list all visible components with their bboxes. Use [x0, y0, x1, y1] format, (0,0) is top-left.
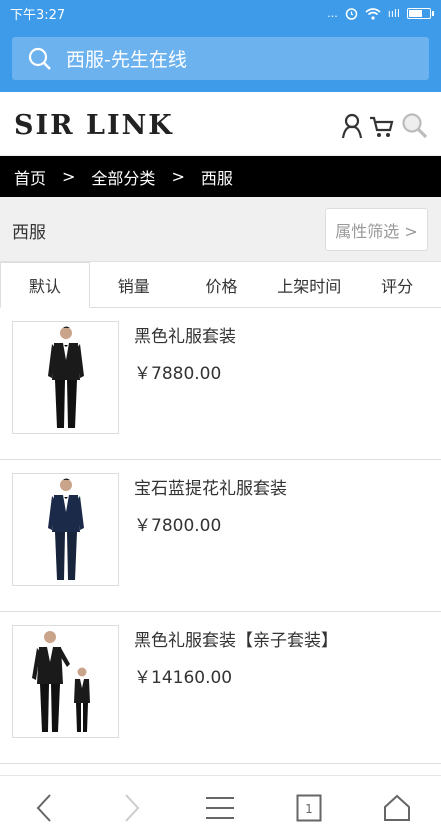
back-button[interactable] — [14, 784, 74, 832]
product-price: ￥14160.00 — [134, 668, 233, 688]
product-name[interactable]: 黑色礼服套装【亲子套装】 — [134, 626, 338, 651]
breadcrumb-all-categories[interactable]: 全部分类 — [91, 165, 155, 189]
browser-toolbar: 西服-先生在线 — [0, 27, 441, 92]
cart-icon[interactable] — [369, 113, 395, 139]
alarm-icon — [345, 8, 358, 20]
product-image[interactable] — [12, 321, 119, 434]
breadcrumb-separator: > — [171, 167, 185, 186]
tab-count: 1 — [305, 802, 313, 816]
status-icons: ... ııll — [327, 7, 434, 20]
product-item[interactable]: 宝石蓝提花礼服套装 ￥7800.00 — [0, 460, 441, 612]
search-icon — [28, 47, 51, 70]
header-icons — [341, 112, 429, 140]
black-tuxedo-image — [47, 326, 84, 428]
breadcrumb: 首页 > 全部分类 > 西服 — [0, 156, 441, 197]
sort-tabs: 默认 销量 价格 上架时间 评分 — [0, 262, 441, 308]
wifi-icon — [365, 7, 381, 20]
product-price: ￥7800.00 — [134, 516, 222, 536]
battery-icon — [407, 8, 434, 19]
sort-tab-sales[interactable]: 销量 — [90, 262, 178, 307]
breadcrumb-home[interactable]: 首页 — [14, 165, 46, 189]
sort-tab-price[interactable]: 价格 — [178, 262, 266, 307]
site-header: SIR LINK — [0, 92, 441, 156]
signal-icon: ııll — [387, 7, 400, 20]
search-icon[interactable] — [401, 112, 429, 140]
sort-tab-default[interactable]: 默认 — [0, 262, 90, 308]
user-icon[interactable] — [341, 113, 363, 139]
breadcrumb-current[interactable]: 西服 — [201, 165, 233, 189]
product-image[interactable] — [12, 473, 119, 586]
category-bar: 西服 属性筛选 > — [0, 197, 441, 262]
product-image[interactable] — [12, 625, 119, 738]
sort-tab-newest[interactable]: 上架时间 — [265, 262, 353, 307]
address-bar[interactable]: 西服-先生在线 — [12, 37, 429, 80]
tabs-button[interactable]: 1 — [279, 784, 339, 832]
product-price: ￥7880.00 — [134, 364, 222, 384]
breadcrumb-separator: > — [62, 167, 76, 186]
menu-icon — [206, 796, 235, 819]
home-button[interactable] — [367, 784, 427, 832]
product-name[interactable]: 宝石蓝提花礼服套装 — [134, 474, 287, 499]
site-logo[interactable]: SIR LINK — [14, 110, 174, 141]
product-list: 黑色礼服套装 ￥7880.00 宝石蓝提花礼服套装 ￥7800.00 黑色礼服套… — [0, 308, 441, 764]
more-dots-icon: ... — [327, 7, 338, 20]
status-bar: 下午3:27 ... ııll — [0, 0, 441, 27]
product-item[interactable]: 黑色礼服套装 ￥7880.00 — [0, 308, 441, 460]
product-name[interactable]: 黑色礼服套装 — [134, 322, 236, 347]
status-time: 下午3:27 — [10, 8, 66, 23]
attribute-filter-button[interactable]: 属性筛选 > — [325, 208, 428, 251]
forward-button[interactable] — [102, 784, 162, 832]
chevron-left-icon — [36, 793, 51, 822]
menu-button[interactable] — [190, 784, 250, 832]
product-item[interactable]: 黑色礼服套装【亲子套装】 ￥14160.00 — [0, 612, 441, 764]
sort-tab-rating[interactable]: 评分 — [353, 262, 441, 307]
chevron-right-icon — [125, 793, 140, 822]
address-text: 西服-先生在线 — [66, 49, 187, 71]
home-icon — [383, 794, 410, 821]
bottom-nav: 1 — [0, 775, 441, 839]
parent-child-tuxedo-image — [31, 630, 90, 732]
tabs-icon: 1 — [296, 794, 322, 821]
blue-tuxedo-image — [47, 478, 84, 580]
category-title: 西服 — [12, 223, 46, 243]
